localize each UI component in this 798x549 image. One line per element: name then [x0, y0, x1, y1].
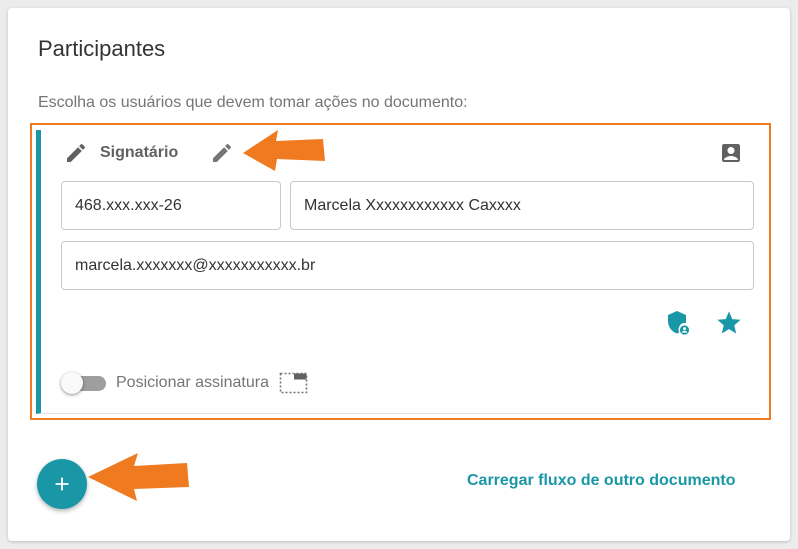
- role-label: Signatário: [100, 144, 179, 161]
- section-title: Participantes: [38, 36, 166, 61]
- shield-user-icon[interactable]: [665, 310, 691, 336]
- position-signature-label: Posicionar assinatura: [116, 374, 269, 391]
- pen-icon: [67, 143, 86, 162]
- signature-position-icon[interactable]: [279, 371, 309, 395]
- email-field[interactable]: marcela.xxxxxxx@xxxxxxxxxxx.br: [61, 241, 754, 290]
- add-participant-button[interactable]: [37, 459, 87, 509]
- star-icon[interactable]: [715, 309, 743, 337]
- plus-icon: [55, 477, 69, 491]
- position-signature-toggle[interactable]: [60, 369, 106, 397]
- cpf-field[interactable]: 468.xxx.xxx-26: [61, 181, 281, 230]
- name-field[interactable]: Marcela Xxxxxxxxxxxx Caxxxx: [290, 181, 754, 230]
- load-flow-link[interactable]: Carregar fluxo de outro documento: [467, 472, 735, 490]
- section-subtitle: Escolha os usuários que devem tomar açõe…: [38, 94, 468, 111]
- orange-arrow: [88, 453, 189, 501]
- position-signature-row: Posicionar assinatura: [60, 369, 309, 397]
- contact-card-icon[interactable]: [719, 141, 743, 165]
- participant-role: Signatário: [64, 140, 178, 166]
- toggle-thumb: [61, 372, 83, 394]
- orange-arrow: [243, 130, 325, 171]
- pencil-icon[interactable]: [210, 141, 234, 165]
